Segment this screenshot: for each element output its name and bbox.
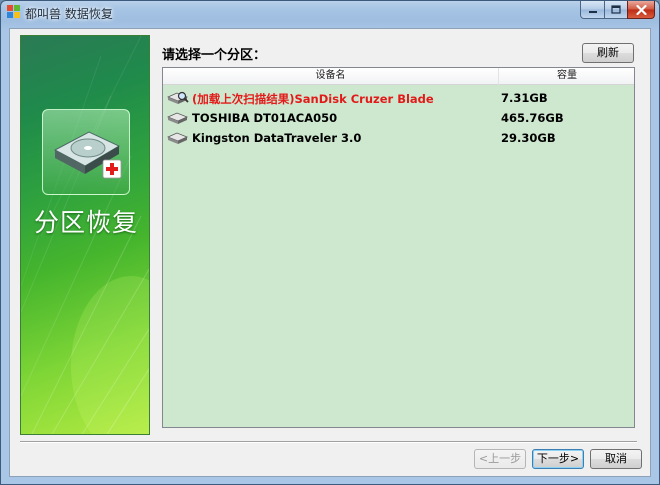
device-row[interactable]: Kingston DataTraveler 3.0 29.30GB (163, 128, 634, 148)
device-list[interactable]: 设备名 容量 (加载上次扫描结果)SanDisk Cruzer Blade 7.… (162, 67, 635, 428)
device-name: TOSHIBA DT01ACA050 (192, 111, 338, 125)
previous-button[interactable]: <上一步 (474, 449, 526, 469)
footer-divider (20, 441, 637, 443)
device-row[interactable]: (加载上次扫描结果)SanDisk Cruzer Blade 7.31GB (163, 88, 634, 108)
side-banner: 分区恢复 (20, 35, 150, 435)
close-icon (635, 4, 647, 15)
maximize-icon (611, 5, 621, 14)
partition-prompt: 请选择一个分区： (162, 48, 267, 63)
drive-icon (167, 112, 189, 124)
refresh-button[interactable]: 刷新 (582, 43, 634, 63)
next-button[interactable]: 下一步> (532, 449, 584, 469)
banner-title: 分区恢复 (33, 208, 138, 237)
disk-restore-tile (42, 109, 130, 195)
app-logo-icon (7, 5, 20, 18)
cancel-button[interactable]: 取消 (590, 449, 642, 469)
hard-disk-restore-icon (53, 131, 122, 179)
device-row[interactable]: TOSHIBA DT01ACA050 465.76GB (163, 108, 634, 128)
minimize-icon (588, 10, 597, 13)
device-capacity: 465.76GB (501, 111, 564, 125)
list-header: 设备名 容量 (163, 68, 634, 85)
maximize-button[interactable] (604, 1, 628, 19)
app-window: 都叫兽 数据恢复 分区恢复 请选择一个分区： 刷新 设备名 容量 (加载上次扫描… (0, 0, 660, 485)
close-button[interactable] (627, 1, 655, 19)
dialog-client-area: 分区恢复 请选择一个分区： 刷新 设备名 容量 (加载上次扫描结果)SanDis… (9, 28, 651, 477)
column-header-device-name[interactable]: 设备名 (163, 68, 499, 85)
column-header-capacity[interactable]: 容量 (500, 68, 634, 85)
device-capacity: 7.31GB (501, 91, 548, 105)
device-name: Kingston DataTraveler 3.0 (192, 131, 362, 145)
drive-icon (167, 132, 189, 144)
window-title: 都叫兽 数据恢复 (25, 7, 113, 21)
device-capacity: 29.30GB (501, 131, 556, 145)
drive-magnifier-icon (167, 91, 189, 104)
minimize-button[interactable] (580, 1, 605, 19)
title-bar[interactable]: 都叫兽 数据恢复 (1, 1, 659, 25)
device-name: (加载上次扫描结果)SanDisk Cruzer Blade (192, 92, 434, 106)
